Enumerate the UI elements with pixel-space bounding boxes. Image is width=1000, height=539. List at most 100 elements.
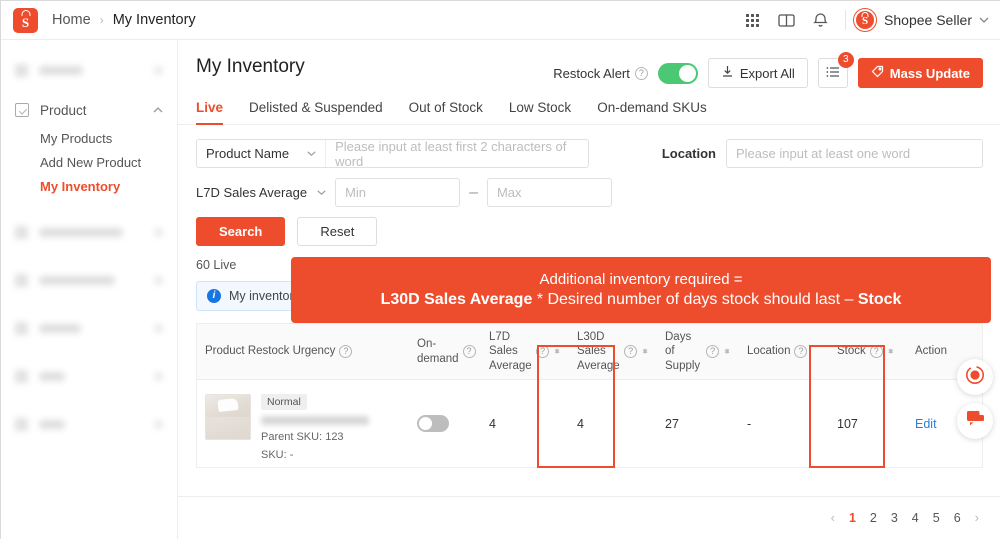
inventory-table: Product Restock Urgency ? On-demand ? L7… — [196, 323, 983, 468]
help-icon[interactable]: ? — [869, 345, 883, 358]
column-label: Stock — [837, 345, 866, 358]
sidebar-item-blurred[interactable] — [1, 50, 177, 90]
blurred-icon — [15, 63, 28, 77]
help-icon[interactable]: ? — [462, 345, 476, 358]
column-label: Action — [915, 345, 947, 358]
status-badge: Normal — [261, 394, 307, 410]
sidebar-item-add-new-product[interactable]: Add New Product — [1, 150, 177, 174]
sidebar-item-product[interactable]: Product — [1, 94, 177, 126]
tab-on-demand-skus[interactable]: On-demand SKUs — [597, 100, 707, 124]
export-all-label: Export All — [739, 65, 795, 81]
blurred-label — [39, 371, 65, 381]
sidebar-item-blurred[interactable] — [1, 404, 177, 444]
chat-button[interactable] — [957, 403, 993, 439]
product-thumbnail — [205, 394, 251, 440]
pagination-page-4[interactable]: 4 — [912, 511, 919, 525]
bell-icon[interactable] — [803, 3, 837, 37]
product-name-input[interactable]: Please input at least first 2 characters… — [326, 140, 588, 167]
reset-button[interactable]: Reset — [297, 217, 378, 246]
location-input[interactable]: Please input at least one word — [726, 139, 983, 168]
sales-metric-label: L7D Sales Average — [196, 185, 308, 200]
blurred-label — [39, 419, 65, 429]
search-button[interactable]: Search — [196, 217, 286, 246]
on-demand-toggle[interactable] — [417, 415, 449, 432]
min-input[interactable]: Min — [335, 178, 461, 207]
column-label: Days of Supply — [665, 330, 701, 372]
help-icon[interactable]: ? — [634, 66, 648, 80]
blurred-icon — [15, 369, 28, 383]
inventory-page: S Home › My Inventory S Shopee Seller Pr… — [0, 0, 1000, 539]
product-box-icon — [15, 103, 29, 117]
pagination-page-1[interactable]: 1 — [849, 511, 856, 525]
banner-bold-l30d: L30D Sales Average — [380, 291, 533, 308]
sort-icon[interactable]: ▲ ▼ — [641, 347, 649, 356]
sort-icon[interactable]: ▲ ▼ — [723, 347, 731, 356]
tab-bar: Live Delisted & Suspended Out of Stock L… — [178, 88, 1000, 125]
pagination-next[interactable]: › — [975, 510, 979, 525]
record-button[interactable] — [957, 359, 993, 395]
edit-link[interactable]: Edit — [915, 417, 937, 431]
help-icon[interactable]: ? — [794, 345, 808, 358]
help-icon[interactable]: ? — [339, 345, 353, 358]
column-days-of-supply[interactable]: Days of Supply ? ▲ ▼ — [657, 324, 739, 379]
filter-panel: Product Name Please input at least first… — [178, 125, 1000, 246]
sidebar-item-my-inventory[interactable]: My Inventory — [1, 174, 177, 198]
blurred-chevron-icon — [154, 275, 163, 285]
sales-metric-select[interactable]: L7D Sales Average — [196, 185, 335, 200]
grid-apps-icon[interactable] — [735, 3, 769, 37]
book-icon[interactable] — [769, 3, 803, 37]
blurred-icon — [15, 273, 28, 287]
chevron-up-icon[interactable] — [153, 104, 163, 116]
sidebar-item-blurred[interactable] — [1, 356, 177, 396]
tab-delisted-suspended[interactable]: Delisted & Suspended — [249, 100, 383, 124]
max-input[interactable]: Max — [486, 178, 612, 207]
mass-update-label: Mass Update — [889, 65, 970, 81]
pagination-page-2[interactable]: 2 — [870, 511, 877, 525]
user-name[interactable]: Shopee Seller — [884, 12, 972, 28]
sidebar-item-blurred[interactable] — [1, 308, 177, 348]
pagination-page-6[interactable]: 6 — [954, 511, 961, 525]
chevron-down-icon — [317, 187, 326, 198]
column-on-demand[interactable]: On-demand ? — [409, 324, 481, 379]
record-target-icon — [965, 365, 985, 390]
tab-low-stock[interactable]: Low Stock — [509, 100, 571, 124]
breadcrumb-home[interactable]: Home — [52, 12, 91, 28]
tab-live[interactable]: Live — [196, 100, 224, 125]
mass-update-button[interactable]: Mass Update — [857, 58, 983, 88]
help-icon[interactable]: ? — [706, 345, 720, 358]
cell-product: Normal Parent SKU: 123 SKU: - — [197, 380, 409, 467]
help-icon[interactable]: ? — [536, 345, 550, 358]
column-location[interactable]: Location ? — [739, 324, 829, 379]
column-label: L7D Sales Average — [489, 330, 532, 372]
blurred-icon — [15, 321, 28, 335]
column-product-restock-urgency[interactable]: Product Restock Urgency ? — [197, 324, 409, 379]
sidebar-item-blurred[interactable] — [1, 260, 177, 300]
location-label: Location — [661, 146, 716, 161]
restock-alert-toggle[interactable] — [657, 62, 698, 84]
tab-out-of-stock[interactable]: Out of Stock — [409, 100, 483, 124]
sort-icon[interactable]: ▲ ▼ — [553, 347, 561, 356]
help-icon[interactable]: ? — [624, 345, 638, 358]
pagination-page-5[interactable]: 5 — [933, 511, 940, 525]
breadcrumb-separator-icon: › — [99, 13, 104, 27]
product-name-select[interactable]: Product Name — [197, 146, 325, 161]
column-l7d-sales-average[interactable]: L7D Sales Average ? ▲ ▼ — [481, 324, 569, 379]
table-row[interactable]: Normal Parent SKU: 123 SKU: - 4 4 27 - 1… — [197, 380, 982, 468]
export-all-button[interactable]: Export All — [707, 58, 808, 88]
chat-icon — [966, 410, 985, 432]
sidebar-item-my-products[interactable]: My Products — [1, 126, 177, 150]
pagination-prev[interactable]: ‹ — [831, 510, 835, 525]
product-name-blurred — [261, 416, 369, 425]
pagination-page-3[interactable]: 3 — [891, 511, 898, 525]
shopee-logo-icon[interactable]: S — [13, 7, 38, 33]
avatar[interactable]: S — [854, 9, 877, 31]
column-settings-button[interactable]: 3 — [817, 52, 854, 88]
sort-icon[interactable]: ▲ ▼ — [887, 347, 895, 356]
blurred-chevron-icon — [154, 419, 163, 429]
column-stock[interactable]: Stock ? ▲ ▼ — [829, 324, 907, 379]
column-l30d-sales-average[interactable]: L30D Sales Average ? ▲ ▼ — [569, 324, 657, 379]
sidebar-item-blurred[interactable] — [1, 212, 177, 252]
chevron-down-icon[interactable] — [979, 15, 989, 26]
product-info: Normal Parent SKU: 123 SKU: - — [261, 394, 369, 463]
filter-row-1: Product Name Please input at least first… — [196, 139, 983, 168]
